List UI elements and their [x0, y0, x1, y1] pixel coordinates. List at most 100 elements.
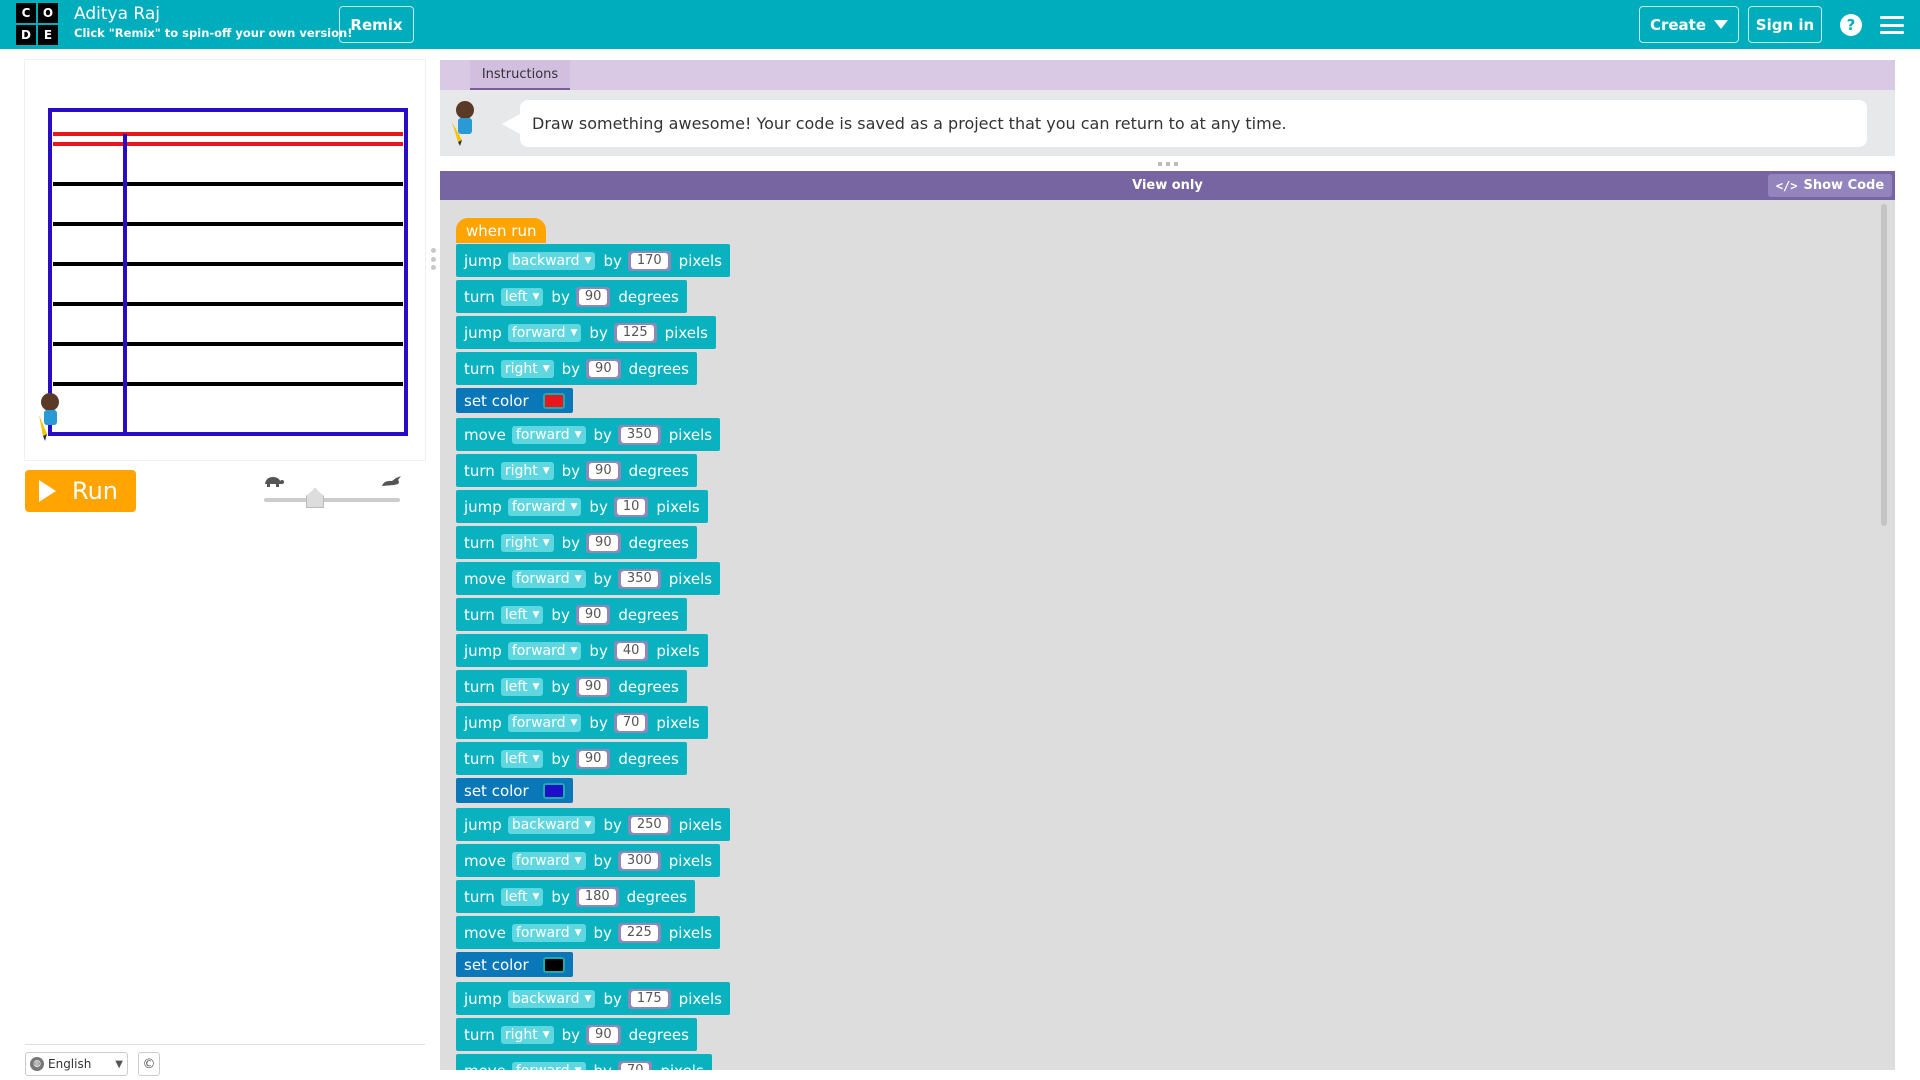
unit-label: pixels	[668, 851, 713, 870]
number-input[interactable]: 170	[627, 250, 671, 271]
turn-block[interactable]: turn left ▼ by 90 degrees	[456, 670, 687, 703]
direction-dropdown[interactable]: forward ▼	[511, 569, 586, 588]
jump-block[interactable]: jump forward ▼ by 10 pixels	[456, 490, 708, 523]
remix-button[interactable]: Remix	[339, 6, 414, 43]
turn-block[interactable]: turn right ▼ by 90 degrees	[456, 454, 697, 487]
number-input[interactable]: 90	[575, 676, 611, 697]
language-select[interactable]: ◍ English ▼	[25, 1052, 128, 1076]
direction-dropdown[interactable]: left ▼	[500, 677, 544, 696]
direction-dropdown[interactable]: left ▼	[500, 287, 544, 306]
direction-dropdown[interactable]: forward ▼	[511, 425, 586, 444]
direction-dropdown[interactable]: forward ▼	[507, 641, 582, 660]
number-input[interactable]: 70	[613, 712, 649, 733]
move-block[interactable]: move forward ▼ by 300 pixels	[456, 844, 721, 877]
tab-instructions[interactable]: Instructions	[470, 60, 570, 90]
number-value: 90	[578, 750, 608, 767]
color-swatch[interactable]	[542, 392, 565, 409]
move-block[interactable]: move forward ▼ by 350 pixels	[456, 562, 721, 595]
move-block[interactable]: move forward ▼ by 70 pixels	[456, 1054, 712, 1070]
speed-slider[interactable]	[262, 474, 402, 508]
number-input[interactable]: 70	[617, 1060, 653, 1070]
direction-dropdown[interactable]: left ▼	[500, 887, 544, 906]
by-label: by	[603, 251, 622, 270]
number-input[interactable]: 350	[617, 424, 661, 445]
number-value: 70	[620, 1062, 650, 1070]
move-block[interactable]: move forward ▼ by 225 pixels	[456, 916, 721, 949]
speed-thumb[interactable]	[306, 488, 324, 508]
number-input[interactable]: 90	[586, 358, 621, 379]
number-input[interactable]: 225	[617, 922, 661, 943]
direction-dropdown[interactable]: left ▼	[500, 605, 544, 624]
direction-dropdown[interactable]: left ▼	[500, 749, 544, 768]
direction-dropdown[interactable]: forward ▼	[511, 923, 586, 942]
speed-track[interactable]	[264, 498, 400, 502]
direction-dropdown[interactable]: forward ▼	[507, 497, 582, 516]
direction-dropdown[interactable]: backward ▼	[507, 815, 596, 834]
number-input[interactable]: 300	[617, 850, 661, 871]
color-swatch[interactable]	[542, 956, 565, 973]
number-input[interactable]: 180	[575, 886, 619, 907]
turn-block[interactable]: turn left ▼ by 180 degrees	[456, 880, 696, 913]
number-input[interactable]: 125	[613, 322, 657, 343]
by-label: by	[593, 851, 612, 870]
turn-block[interactable]: turn left ▼ by 90 degrees	[456, 598, 687, 631]
turn-block[interactable]: turn right ▼ by 90 degrees	[456, 526, 697, 559]
show-code-button[interactable]: </> Show Code	[1768, 174, 1892, 197]
instructions-resize-handle[interactable]	[1158, 162, 1178, 168]
direction-dropdown[interactable]: forward ▼	[511, 1061, 586, 1070]
by-label: by	[594, 1062, 612, 1071]
copyright-button[interactable]: ©	[138, 1052, 160, 1076]
jump-block[interactable]: jump backward ▼ by 170 pixels	[456, 244, 730, 277]
remix-hint: Click "Remix" to spin-off your own versi…	[74, 26, 353, 40]
number-input[interactable]: 90	[575, 748, 611, 769]
blockly-workspace[interactable]: when run jump backward ▼ by 170 pixels turn lef…	[440, 200, 1895, 1070]
direction-dropdown[interactable]: forward ▼	[507, 323, 582, 342]
color-swatch[interactable]	[542, 782, 565, 799]
direction-dropdown[interactable]: right ▼	[500, 533, 554, 552]
turn-block[interactable]: turn right ▼ by 90 degrees	[456, 352, 697, 385]
jump-block[interactable]: jump forward ▼ by 70 pixels	[456, 706, 708, 739]
hamburger-menu-icon[interactable]	[1880, 16, 1904, 34]
jump-block[interactable]: jump forward ▼ by 125 pixels	[456, 316, 716, 349]
code-org-logo[interactable]: C O D E	[16, 3, 58, 45]
dropdown-arrow-icon: ▼	[532, 753, 540, 764]
move-block[interactable]: move forward ▼ by 350 pixels	[456, 418, 721, 451]
turn-block[interactable]: turn left ▼ by 90 degrees	[456, 280, 687, 313]
number-input[interactable]: 90	[575, 604, 611, 625]
direction-dropdown[interactable]: forward ▼	[511, 851, 586, 870]
direction-dropdown[interactable]: right ▼	[500, 1025, 554, 1044]
number-input[interactable]: 40	[613, 640, 649, 661]
help-icon[interactable]: ?	[1840, 14, 1862, 36]
jump-block[interactable]: jump forward ▼ by 40 pixels	[456, 634, 708, 667]
jump-block[interactable]: jump backward ▼ by 175 pixels	[456, 982, 730, 1015]
workspace-scrollbar[interactable]	[1881, 204, 1887, 526]
direction-dropdown[interactable]: right ▼	[500, 359, 554, 378]
turn-block[interactable]: turn left ▼ by 90 degrees	[456, 742, 687, 775]
direction-dropdown[interactable]: backward ▼	[507, 251, 596, 270]
number-input[interactable]: 250	[627, 814, 671, 835]
by-label: by	[561, 461, 581, 480]
number-input[interactable]: 10	[613, 496, 649, 517]
create-button[interactable]: Create	[1639, 6, 1739, 43]
when-run-block[interactable]: when run	[456, 218, 547, 243]
number-input[interactable]: 90	[575, 286, 611, 307]
direction-dropdown[interactable]: right ▼	[500, 461, 554, 480]
set-color-block[interactable]: set color	[456, 388, 573, 413]
direction-value: forward	[511, 498, 566, 515]
panel-resize-handle[interactable]	[430, 248, 436, 270]
direction-dropdown[interactable]: forward ▼	[507, 713, 582, 732]
direction-dropdown[interactable]: backward ▼	[507, 989, 596, 1008]
number-input[interactable]: 90	[586, 460, 621, 481]
turn-block[interactable]: turn right ▼ by 90 degrees	[456, 1018, 697, 1051]
number-input[interactable]: 175	[627, 988, 671, 1009]
sign-in-button[interactable]: Sign in	[1748, 6, 1822, 43]
direction-value: right	[504, 1026, 538, 1043]
jump-block[interactable]: jump backward ▼ by 250 pixels	[456, 808, 730, 841]
block-keyword: move	[464, 425, 506, 444]
number-input[interactable]: 90	[586, 1024, 621, 1045]
number-input[interactable]: 350	[617, 568, 661, 589]
number-input[interactable]: 90	[586, 532, 621, 553]
run-button[interactable]: Run	[25, 470, 136, 512]
set-color-block[interactable]: set color	[456, 952, 573, 977]
set-color-block[interactable]: set color	[456, 778, 573, 803]
